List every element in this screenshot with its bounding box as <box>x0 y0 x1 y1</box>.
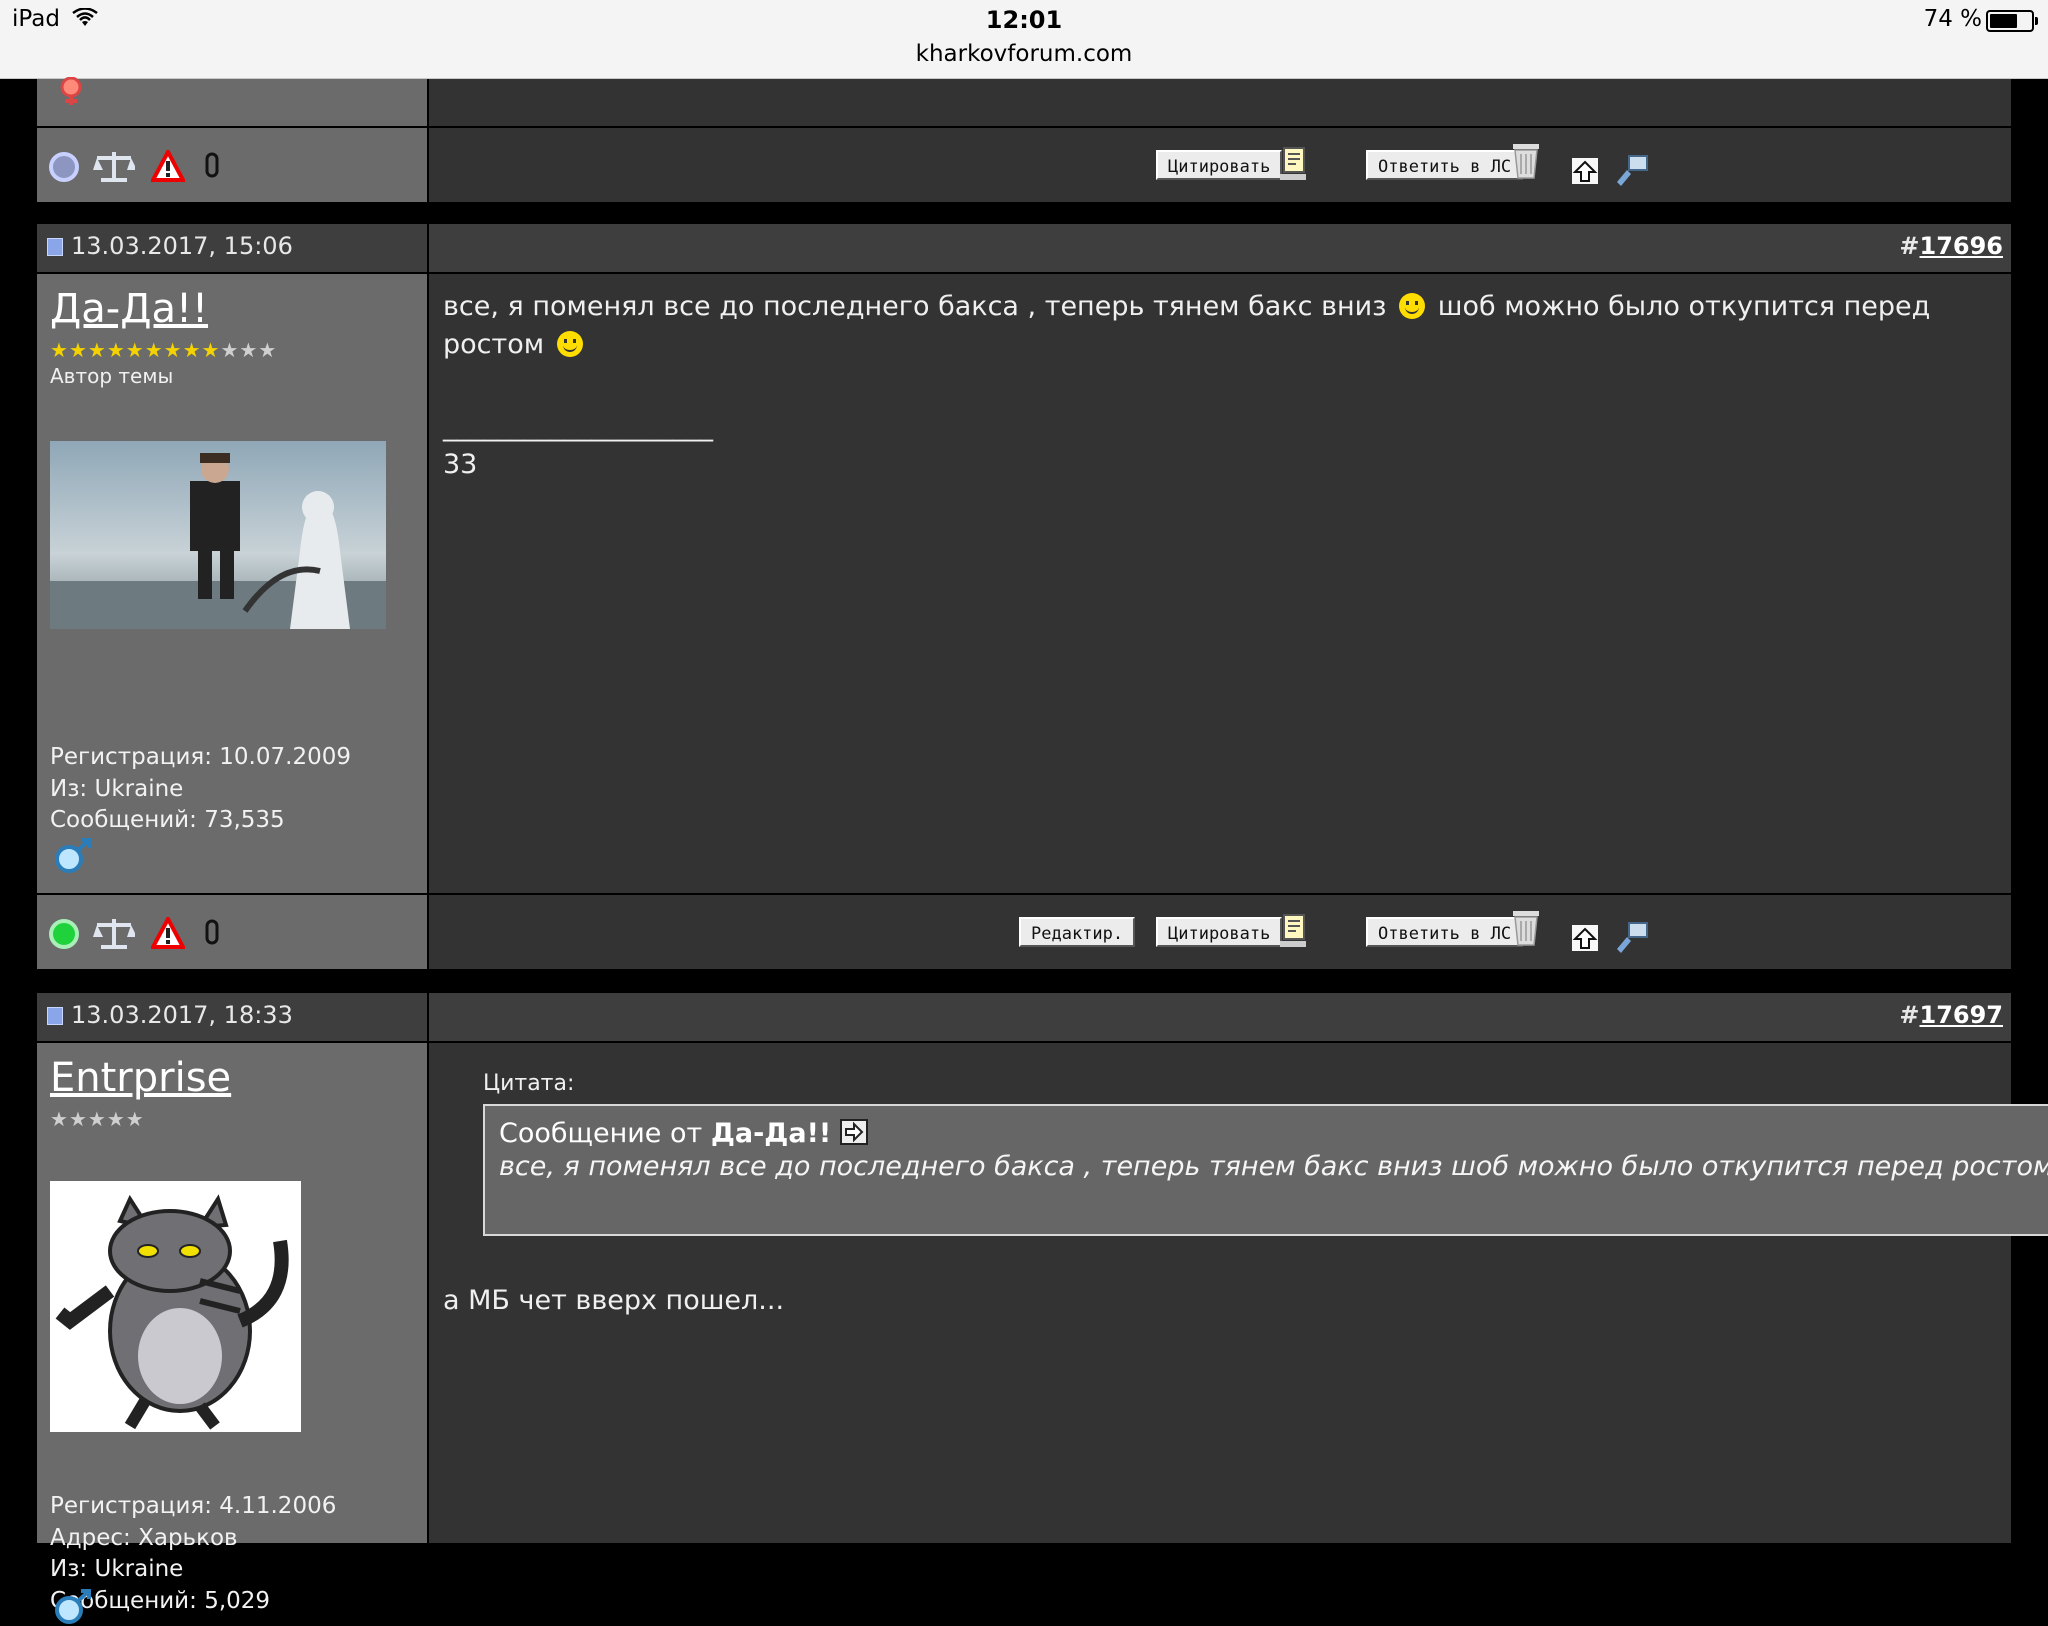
user-search-icon[interactable] <box>1615 917 1649 957</box>
smile-icon <box>556 331 583 357</box>
report-warning-icon[interactable] <box>151 917 185 949</box>
reputation-stars: ★★★★★ <box>50 1107 145 1131</box>
user-post-count: Сообщений: 73,535 <box>50 807 285 833</box>
view-post-arrow-icon[interactable] <box>839 1119 868 1145</box>
gender-female-icon <box>60 77 82 105</box>
post-message: все, я поменял все до последнего бакса ,… <box>443 291 1931 360</box>
gender-male-icon <box>55 838 91 873</box>
report-warning-icon[interactable] <box>151 150 185 182</box>
reputation-scales-icon[interactable] <box>93 150 135 184</box>
star-icon: ★ <box>239 338 259 362</box>
multi-quote-icon[interactable] <box>1278 913 1312 953</box>
user-location: Из: Ukraine <box>50 775 184 802</box>
post-number-prefix: # <box>1899 232 1920 260</box>
post-content: Цитата: Сообщение от Да-Да!! все, я поме… <box>429 1043 2048 1543</box>
attachment-clip-icon[interactable] <box>205 150 219 180</box>
post-number-link[interactable]: 17696 <box>1920 232 2004 260</box>
gender-male-icon <box>55 1589 91 1624</box>
star-icon: ★ <box>182 338 202 362</box>
battery-fill <box>1990 14 2017 28</box>
star-icon: ★ <box>87 338 107 362</box>
user-avatar[interactable] <box>50 441 386 629</box>
star-icon: ★ <box>125 1107 145 1131</box>
reputation-scales-icon[interactable] <box>93 917 135 951</box>
quote-author: Да-Да!! <box>710 1118 832 1149</box>
address-bar[interactable]: kharkovforum.com <box>0 41 2048 67</box>
reply-pm-button[interactable]: Ответить в ЛС <box>1366 150 1524 180</box>
star-icon: ★ <box>144 338 164 362</box>
clock: 12:01 <box>985 6 1063 34</box>
star-icon: ★ <box>258 338 278 362</box>
reputation-stars: ★★★★★★★★★★★★ <box>50 338 277 362</box>
star-icon: ★ <box>163 338 183 362</box>
status-bar: iPad 12:01 kharkovforum.com 74 % <box>0 0 2048 79</box>
post-body: Entrprise ★★★★★ Регистрация: 4.11.2006 А… <box>37 1043 2048 1624</box>
user-info: Регистрация: 10.07.2009 Из: Ukraine Сооб… <box>50 742 351 837</box>
reply-pm-button[interactable]: Ответить в ЛС <box>1366 917 1524 947</box>
star-icon: ★ <box>106 338 126 362</box>
username-link[interactable]: Да-Да!! <box>50 286 208 332</box>
quote-label: Цитата: <box>483 1071 575 1096</box>
battery-percent: 74 % <box>1923 6 1982 32</box>
user-location: Из: Ukraine <box>50 1556 184 1582</box>
star-icon: ★ <box>106 1107 126 1131</box>
post-content: все, я поменял все до последнего бакса ,… <box>429 274 2011 893</box>
star-icon: ★ <box>68 1107 88 1131</box>
trash-icon[interactable] <box>1509 140 1543 180</box>
quote-text: все, я поменял все до последнего бакса ,… <box>499 1151 2048 1182</box>
prev-post-body <box>37 77 2011 126</box>
prev-post-footer: Цитировать Ответить в ЛС <box>37 128 2011 202</box>
go-to-top-icon[interactable] <box>1569 919 1603 959</box>
star-icon: ★ <box>87 1107 107 1131</box>
registration-date: Регистрация: 10.07.2009 <box>50 744 351 770</box>
quote-button[interactable]: Цитировать <box>1156 150 1283 180</box>
star-icon: ★ <box>220 338 240 362</box>
quote-button[interactable]: Цитировать <box>1156 917 1283 947</box>
star-icon: ★ <box>50 1107 69 1131</box>
post-sidebar: Entrprise ★★★★★ Регистрация: 4.11.2006 А… <box>37 1043 427 1624</box>
star-icon: ★ <box>201 338 221 362</box>
post-header: 13.03.2017, 15:06 #17696 <box>37 224 2011 272</box>
multi-quote-icon[interactable] <box>1278 146 1312 186</box>
go-to-top-icon[interactable] <box>1569 152 1603 192</box>
quote-from-prefix: Сообщение от <box>499 1118 703 1149</box>
signature-separator: ____________________ <box>443 411 713 442</box>
registration-date: Регистрация: 4.11.2006 <box>50 1493 337 1519</box>
user-address: Адрес: Харьков <box>50 1524 238 1551</box>
post-header: 13.03.2017, 18:33 #17697 <box>37 993 2011 1041</box>
signature-text: 33 <box>443 449 478 480</box>
user-title: Автор темы <box>50 364 174 388</box>
user-search-icon[interactable] <box>1615 150 1649 190</box>
post-number-link[interactable]: 17697 <box>1920 1001 2004 1029</box>
offline-status-icon <box>49 152 79 182</box>
post-body: Да-Да!! ★★★★★★★★★★★★ Автор темы Регистра… <box>37 274 2011 893</box>
battery-icon <box>1986 10 2038 32</box>
star-icon: ★ <box>125 338 145 362</box>
post-signature: ____________________ 33 <box>443 408 1971 484</box>
online-status-icon <box>49 919 79 949</box>
edit-button[interactable]: Редактир. <box>1019 917 1136 947</box>
post-sidebar: Да-Да!! ★★★★★★★★★★★★ Автор темы Регистра… <box>37 274 427 893</box>
post-date: 13.03.2017, 18:33 <box>71 1001 293 1029</box>
prev-post-sidebar <box>37 77 427 126</box>
star-icon: ★ <box>50 338 69 362</box>
trash-icon[interactable] <box>1509 907 1543 947</box>
smile-icon <box>1399 293 1426 319</box>
username-link[interactable]: Entrprise <box>50 1055 231 1101</box>
post-footer: Редактир. Цитировать Ответить в ЛС <box>37 895 2011 969</box>
attachment-clip-icon[interactable] <box>205 917 219 947</box>
quote-block: Сообщение от Да-Да!! все, я поменял все … <box>483 1104 2048 1236</box>
user-avatar[interactable] <box>50 1181 301 1432</box>
star-icon: ★ <box>68 338 88 362</box>
post-message: а МБ чет вверх пошел... <box>443 1285 785 1316</box>
post-date: 13.03.2017, 15:06 <box>71 232 293 260</box>
post-status-icon <box>47 238 63 256</box>
post-number-prefix: # <box>1899 1001 1920 1029</box>
post-status-icon <box>47 1007 63 1025</box>
